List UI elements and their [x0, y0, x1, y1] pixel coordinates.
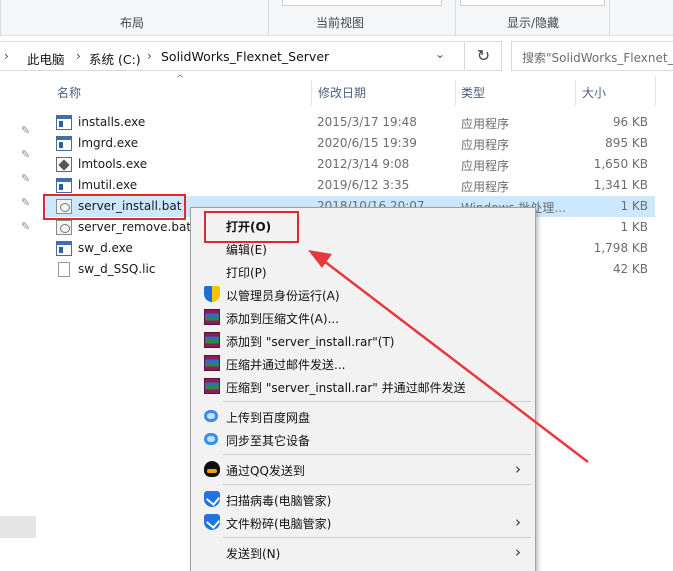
arrow-shaft [319, 257, 589, 463]
annotation-arrow [308, 250, 589, 463]
